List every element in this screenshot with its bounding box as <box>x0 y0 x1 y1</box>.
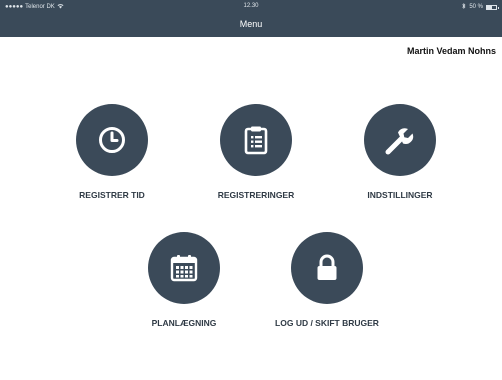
calendar-icon <box>169 253 199 283</box>
register-time-label: REGISTRER TID <box>79 190 145 200</box>
page-title: Menu <box>239 19 263 29</box>
lock-icon <box>314 253 340 283</box>
register-time-button[interactable]: REGISTRER TID <box>42 104 182 200</box>
register-time-circle[interactable] <box>76 104 148 176</box>
planning-label: PLANLÆGNING <box>151 318 217 328</box>
clock-icon <box>97 125 127 155</box>
status-bar: ●●●●● Telenor DK 12.30 50 % <box>0 0 502 13</box>
battery-percentage: 50 % <box>469 4 483 10</box>
registrations-circle[interactable] <box>220 104 292 176</box>
registrations-label: REGISTRERINGER <box>217 190 295 200</box>
status-time: 12.30 <box>243 3 259 9</box>
settings-button[interactable]: INDSTILLINGER <box>330 104 470 200</box>
planning-circle[interactable] <box>148 232 220 304</box>
settings-label: INDSTILLINGER <box>367 190 433 200</box>
settings-circle[interactable] <box>364 104 436 176</box>
planning-button[interactable]: PLANLÆGNING <box>114 232 254 328</box>
navigation-bar: ●●●●● Telenor DK 12.30 50 % Menu <box>0 0 502 37</box>
battery-icon <box>486 4 499 10</box>
current-user-name: Martin Vedam Nohns <box>406 46 496 56</box>
logout-circle[interactable] <box>291 232 363 304</box>
registrations-button[interactable]: REGISTRERINGER <box>186 104 326 200</box>
clipboard-icon <box>243 125 269 155</box>
status-right: 50 % <box>462 3 499 11</box>
wrench-icon <box>384 124 416 156</box>
logout-switch-user-button[interactable]: LOG UD / SKIFT BRUGER <box>257 232 397 328</box>
bluetooth-icon <box>462 3 466 11</box>
logout-switch-user-label: LOG UD / SKIFT BRUGER <box>275 318 379 328</box>
